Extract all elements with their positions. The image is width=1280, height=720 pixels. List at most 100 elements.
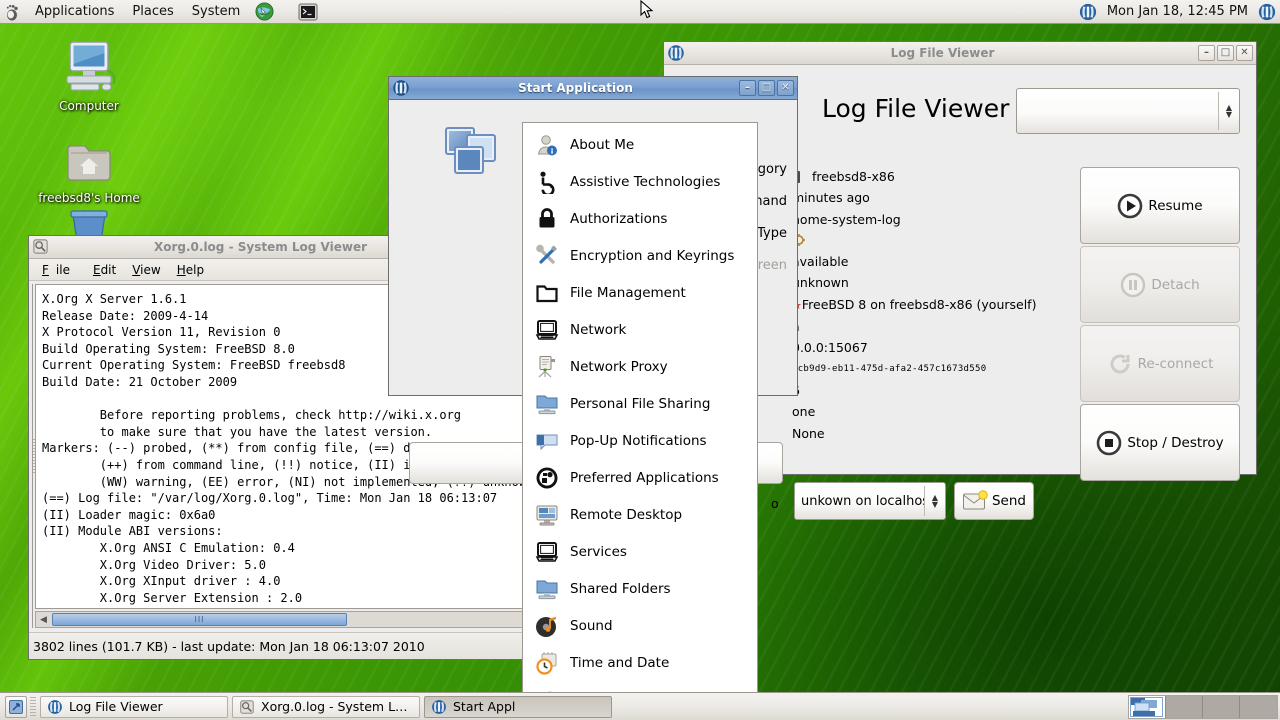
virtualbox-icon [392,79,410,97]
scrollbar-thumb[interactable]: III [52,613,347,626]
web-browser-icon[interactable] [253,2,275,22]
virtualbox-icon [432,699,446,714]
about-me-icon [535,133,559,157]
taskbar-grip[interactable] [30,696,36,717]
maximize-button[interactable]: □ [758,80,775,96]
menu-system[interactable]: System [184,1,248,23]
close-button[interactable]: ✕ [1236,45,1253,61]
menu-item-file-management[interactable]: File Management [523,274,757,311]
host-combo-value: unkown on localhost [801,493,924,509]
info-line: 6 [792,380,1092,401]
horizontal-scrollbar[interactable]: ◀ III [35,611,546,628]
info-line: available [792,254,849,270]
reconnect-button[interactable]: Re-connect [1080,325,1240,402]
menu-item-label: Assistive Technologies [570,173,721,190]
menu-applications[interactable]: Applications [27,1,122,23]
menu-item-label: Network Proxy [570,358,668,375]
preferred-apps-icon [535,466,559,490]
info-line: freebsd8-x86 [792,166,1092,187]
menu-view[interactable]: View [125,261,167,279]
desktop-icon-home[interactable]: freebsd8's Home [34,138,144,205]
menu-item-label: Pop-Up Notifications [570,432,707,449]
desktop-icon-computer[interactable]: Computer [34,38,144,113]
info-line: unknown [792,275,849,291]
send-button[interactable]: Send [954,482,1034,520]
bottom-panel: Log File Viewer Xorg.0.log - System L… S… [0,692,1280,720]
menu-item-network[interactable]: Network [523,311,757,348]
logviewer-titlebar[interactable]: Log File Viewer – □ ✕ [664,42,1256,65]
menu-item-about-me[interactable]: About Me [523,126,757,163]
menu-item-sound[interactable]: Sound [523,607,757,644]
notification-icon [535,429,559,453]
menu-item-time-and-date[interactable]: Time and Date [523,644,757,681]
taskbar-item-log-file-viewer[interactable]: Log File Viewer [40,695,228,718]
info-line [792,230,1092,251]
logviewer-title: Log File Viewer [890,46,995,60]
logviewer-heading: Log File Viewer [822,94,1010,123]
terminal-icon[interactable] [297,2,319,22]
workspace-3[interactable] [1203,695,1240,718]
scroll-left-arrow-icon[interactable]: ◀ [36,612,51,627]
taskbar-item-start-application[interactable]: Start Appl [424,695,612,718]
menu-item-network-proxy[interactable]: Network Proxy [523,348,757,385]
menu-item-remote-desktop[interactable]: Remote Desktop [523,496,757,533]
menu-item-label: Sound [570,617,613,634]
menu-item-label: Personal File Sharing [570,395,711,412]
menu-item-services[interactable]: Services [523,533,757,570]
stop-destroy-button[interactable]: Stop / Destroy [1080,404,1240,481]
show-desktop-icon[interactable] [5,695,27,718]
menu-file[interactable]: File [35,261,84,279]
virtualbox-tray-icon-left[interactable] [1077,2,1099,22]
startapp-titlebar[interactable]: Start Application – □ ✕ [389,77,797,100]
workspace-1[interactable] [1129,695,1166,718]
menu-item-preferred-applications[interactable]: Preferred Applications [523,459,757,496]
taskbar-item-system-log-viewer[interactable]: Xorg.0.log - System L… [232,695,420,718]
workspace-2[interactable] [1166,695,1203,718]
lock-icon [535,207,559,231]
accessibility-icon [535,170,559,194]
virtualbox-icon [667,44,685,62]
info-line-uuid: dcb9d9-eb11-475d-afa2-457c1673d550 [792,363,987,374]
menu-edit[interactable]: Edit [86,261,123,279]
info-line: ★FreeBSD 8 on freebsd8-x86 (yourself) [792,294,1092,316]
resume-button[interactable]: Resume [1080,167,1240,244]
detach-button[interactable]: Detach [1080,246,1240,323]
desktop-icon-label: freebsd8's Home [38,191,140,205]
sound-icon [535,614,559,638]
info-line: minutes ago [792,190,870,206]
virtualbox-tray-icon-right[interactable] [1256,2,1278,22]
resume-button-label: Resume [1148,197,1203,214]
clock[interactable]: Mon Jan 18, 12:45 PM [1107,4,1248,19]
workspace-switcher[interactable] [1128,694,1278,719]
menu-help[interactable]: Help [170,261,211,279]
menu-places[interactable]: Places [124,1,181,23]
minimize-button[interactable]: – [739,80,756,96]
menu-item-encryption-and-keyrings[interactable]: Encryption and Keyrings [523,237,757,274]
send-button-label: Send [991,493,1026,509]
machine-selector-combo[interactable]: ▲ ▼ [1016,88,1240,134]
mouse-cursor [640,0,654,19]
chevron-updown-icon: ▲ ▼ [1225,103,1233,119]
menu-item-popup-notifications[interactable]: Pop-Up Notifications [523,422,757,459]
workspace-4[interactable] [1240,695,1277,718]
folder-outline-icon [535,281,559,305]
close-button[interactable]: ✕ [777,80,794,96]
menu-item-assistive-technologies[interactable]: Assistive Technologies [523,163,757,200]
menu-item-personal-file-sharing[interactable]: Personal File Sharing [523,385,757,422]
desktop-icon-label: Computer [59,99,119,113]
menu-item-shared-folders[interactable]: Shared Folders [523,570,757,607]
menu-item-label: Authorizations [570,210,668,227]
bottom-label: o [771,496,779,511]
menu-item-authorizations[interactable]: Authorizations [523,200,757,237]
pause-icon [1121,272,1146,297]
preferences-popup-menu[interactable]: About Me Assistive Technologies Authoriz… [522,122,758,720]
minimize-button[interactable]: – [1198,45,1215,61]
info-line: None [792,425,825,441]
startapp-title: Start Application [518,81,633,95]
mail-send-icon [962,490,988,510]
host-combo[interactable]: unkown on localhost ▲ ▼ [794,482,946,520]
system-log-viewer-icon [32,238,50,256]
stop-icon [1097,430,1122,455]
maximize-button[interactable]: □ [1217,45,1234,61]
virtualbox-icon [48,699,62,714]
